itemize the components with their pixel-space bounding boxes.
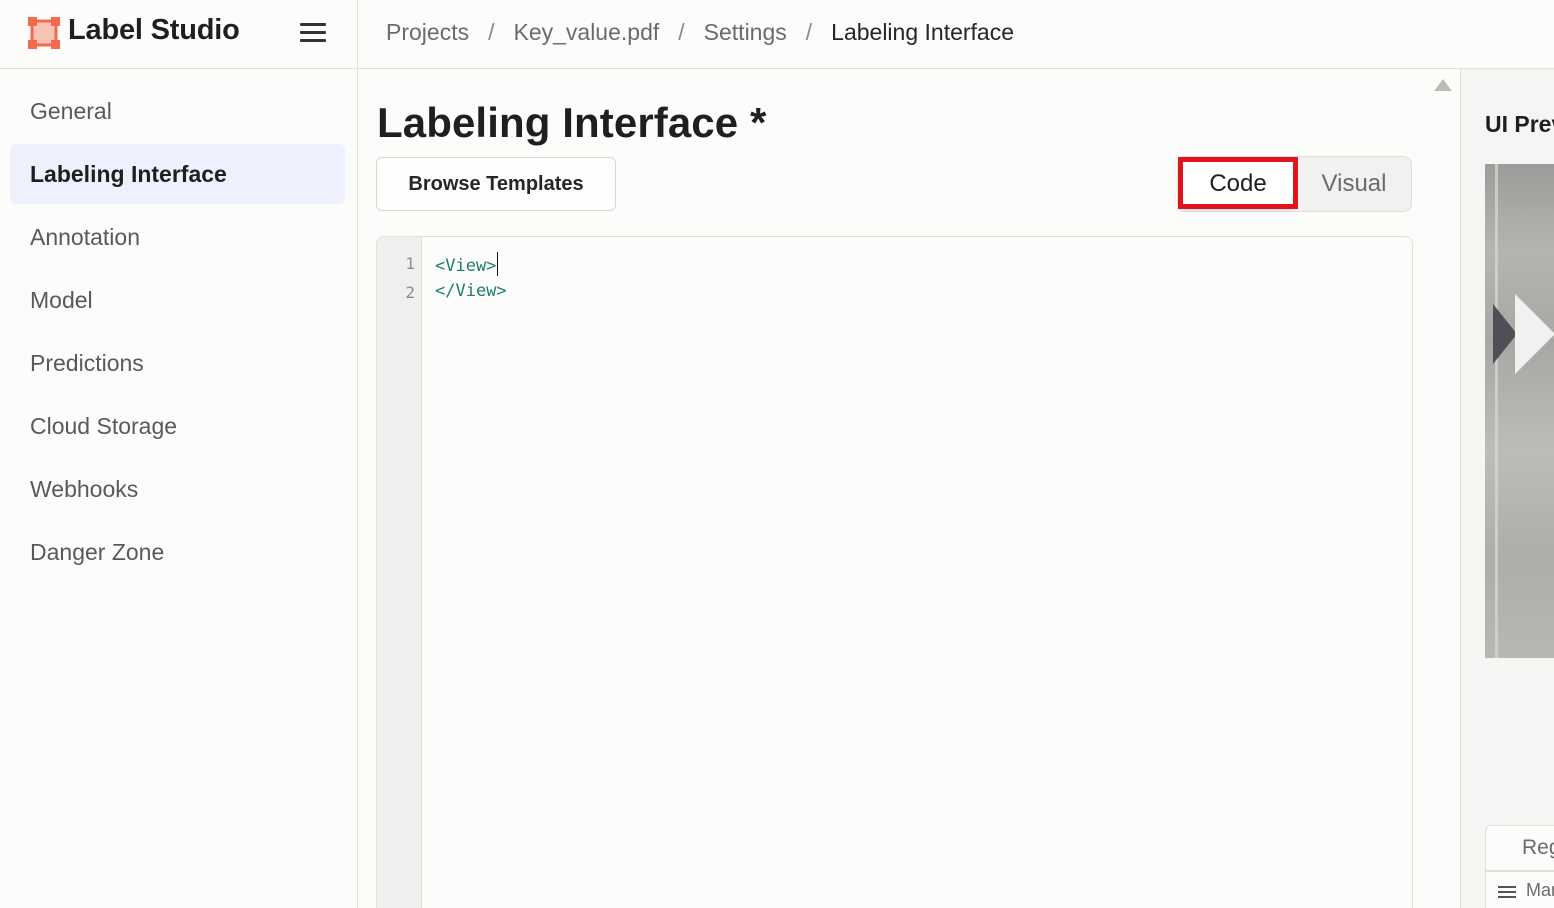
menu-hamburger-icon[interactable]	[298, 20, 328, 46]
list-icon	[1498, 886, 1516, 898]
sidebar-item-model[interactable]: Model	[10, 270, 345, 330]
manual-order-row[interactable]: Manual	[1485, 871, 1554, 908]
regions-tab[interactable]: Regions	[1485, 825, 1554, 871]
breadcrumb-separator: /	[805, 19, 813, 45]
sidebar-item-predictions[interactable]: Predictions	[10, 333, 345, 393]
code-visual-toggle: Code Visual	[1177, 156, 1412, 212]
code-line-text: <View>	[435, 256, 497, 276]
preview-image	[1485, 164, 1554, 658]
app-name: Label Studio	[68, 14, 240, 46]
breadcrumb-project[interactable]: Key_value.pdf	[513, 19, 659, 46]
line-number-gutter: 1 2	[377, 237, 422, 908]
code-tab[interactable]: Code	[1180, 159, 1296, 209]
breadcrumb: Projects / Key_value.pdf / Settings / La…	[386, 19, 1014, 46]
breadcrumb-settings[interactable]: Settings	[704, 19, 787, 46]
line-number: 1	[405, 254, 415, 273]
breadcrumb-current: Labeling Interface	[831, 19, 1015, 45]
sidebar-item-labeling-interface[interactable]: Labeling Interface	[10, 144, 345, 204]
visual-tab[interactable]: Visual	[1298, 159, 1410, 209]
breadcrumb-separator: /	[678, 19, 685, 45]
page-title: Labeling Interface *	[377, 99, 767, 146]
regions-tab-label: Regions	[1522, 836, 1554, 859]
code-line[interactable]: <View>	[435, 252, 499, 276]
code-line-text: </View>	[435, 281, 507, 301]
sidebar-item-danger-zone[interactable]: Danger Zone	[10, 522, 345, 582]
sidebar-item-webhooks[interactable]: Webhooks	[10, 459, 345, 519]
sidebar-item-annotation[interactable]: Annotation	[10, 207, 345, 267]
sidebar-item-general[interactable]: General	[10, 81, 345, 141]
code-editor[interactable]: 1 2 <View> </View>	[376, 236, 1413, 908]
line-number: 2	[405, 283, 415, 302]
brand-area: Label Studio	[0, 0, 358, 69]
text-cursor	[497, 252, 499, 276]
label-studio-logo-icon	[28, 17, 60, 49]
ui-preview-panel: UI Preview Regions Manual	[1460, 69, 1554, 908]
settings-sidebar: General Labeling Interface Annotation Mo…	[0, 69, 358, 908]
code-line[interactable]: </View>	[435, 281, 507, 301]
breadcrumb-projects[interactable]: Projects	[386, 19, 469, 46]
breadcrumb-separator: /	[488, 19, 495, 45]
preview-title: UI Preview	[1485, 111, 1554, 137]
sidebar-item-cloud-storage[interactable]: Cloud Storage	[10, 396, 345, 456]
browse-templates-button[interactable]: Browse Templates	[376, 157, 616, 211]
labeling-config-panel: Labeling Interface * Browse Templates Co…	[358, 69, 1460, 908]
scroll-up-arrow-icon[interactable]	[1434, 79, 1452, 91]
top-bar: Label Studio Projects / Key_value.pdf / …	[0, 0, 1554, 69]
manual-order-label: Manual	[1526, 880, 1554, 900]
